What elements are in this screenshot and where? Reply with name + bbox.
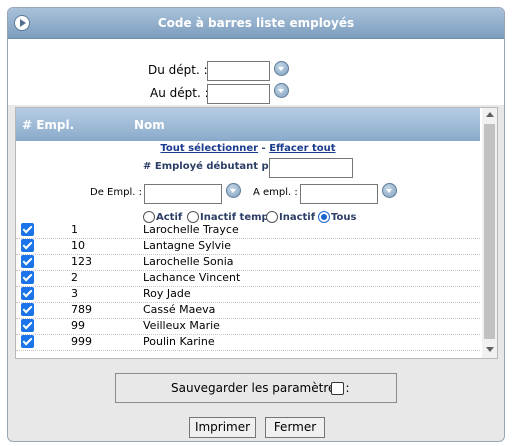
employee-number: 10 <box>71 239 85 252</box>
table-row[interactable]: 10 Lantagne Sylvie <box>16 238 480 255</box>
to-dept-input[interactable] <box>207 84 270 104</box>
from-emp-label: De Empl. : <box>90 187 142 198</box>
employee-name: Veilleux Marie <box>143 319 220 332</box>
employee-number: 789 <box>71 303 92 316</box>
employee-number: 3 <box>71 287 78 300</box>
select-links: Tout sélectionner - Effacer tout <box>16 143 480 154</box>
close-button[interactable]: Fermer <box>265 417 325 438</box>
employee-name: Lantagne Sylvie <box>143 239 231 252</box>
department-range: Du dépt. : Au dépt. : <box>8 39 504 105</box>
to-emp-label: A empl. : <box>253 187 298 198</box>
to-dept-label: Au dépt. : <box>150 86 209 100</box>
barcode-employee-dialog: Code à barres liste employés Du dépt. : … <box>7 7 505 442</box>
employee-number: 1 <box>71 223 78 236</box>
from-emp-input[interactable] <box>144 184 222 204</box>
employee-name: Poulin Karine <box>143 335 215 348</box>
from-emp-dropdown-icon[interactable] <box>226 183 241 198</box>
from-dept-dropdown-icon[interactable] <box>274 61 289 76</box>
table-row[interactable]: 2 Lachance Vincent <box>16 270 480 287</box>
row-checkbox[interactable] <box>21 287 34 300</box>
dialog-title: Code à barres liste employés <box>157 16 355 30</box>
employee-list-panel: # Empl. Nom Tout sélectionner - Effacer … <box>15 107 498 359</box>
list-scrollbar[interactable] <box>482 108 497 358</box>
table-row[interactable]: 789 Cassé Maeva <box>16 302 480 319</box>
list-filters: Tout sélectionner - Effacer tout # Emplo… <box>16 141 480 223</box>
title-bar: Code à barres liste employés <box>8 8 504 39</box>
save-settings-checkbox[interactable] <box>331 382 344 395</box>
table-row[interactable]: 99 Veilleux Marie <box>16 318 480 335</box>
scroll-down-arrow-icon[interactable] <box>486 347 494 352</box>
from-dept-label: Du dépt. : <box>148 63 208 77</box>
scrollbar-thumb[interactable] <box>484 124 495 339</box>
employee-name: Lachance Vincent <box>143 271 241 284</box>
scroll-up-arrow-icon[interactable] <box>486 112 494 117</box>
employee-number: 123 <box>71 255 92 268</box>
row-checkbox[interactable] <box>21 255 34 268</box>
save-settings-label: Sauvegarder les paramètres : <box>171 381 350 395</box>
clear-all-link[interactable]: Effacer tout <box>269 143 335 154</box>
table-row[interactable]: 3 Roy Jade <box>16 286 480 303</box>
column-header-name[interactable]: Nom <box>134 118 165 132</box>
list-header: # Empl. Nom <box>16 108 480 141</box>
employee-number: 99 <box>71 319 85 332</box>
employee-name: Larochelle Trayce <box>143 223 239 236</box>
to-dept-dropdown-icon[interactable] <box>274 83 289 98</box>
save-settings-box: Sauvegarder les paramètres : <box>115 373 397 403</box>
employee-name: Roy Jade <box>143 287 191 300</box>
employee-number: 999 <box>71 335 92 348</box>
starting-with-input[interactable] <box>269 158 353 178</box>
table-row[interactable]: 1 Larochelle Trayce <box>16 222 480 239</box>
row-checkbox[interactable] <box>21 223 34 236</box>
table-row[interactable]: 123 Larochelle Sonia <box>16 254 480 271</box>
table-row[interactable]: 999 Poulin Karine <box>16 334 480 351</box>
employee-name: Cassé Maeva <box>143 303 216 316</box>
from-dept-input[interactable] <box>207 61 270 81</box>
row-checkbox[interactable] <box>21 303 34 316</box>
to-emp-input[interactable] <box>300 184 378 204</box>
employee-number: 2 <box>71 271 78 284</box>
row-checkbox[interactable] <box>21 335 34 348</box>
to-emp-dropdown-icon[interactable] <box>382 183 397 198</box>
employee-name: Larochelle Sonia <box>143 255 234 268</box>
row-checkbox[interactable] <box>21 271 34 284</box>
select-all-link[interactable]: Tout sélectionner <box>160 143 258 154</box>
row-checkbox[interactable] <box>21 239 34 252</box>
starting-with-label: # Employé débutant par : <box>143 161 288 172</box>
column-header-empl[interactable]: # Empl. <box>22 118 74 132</box>
link-separator: - <box>258 143 270 154</box>
print-button[interactable]: Imprimer <box>189 417 256 438</box>
row-checkbox[interactable] <box>21 319 34 332</box>
